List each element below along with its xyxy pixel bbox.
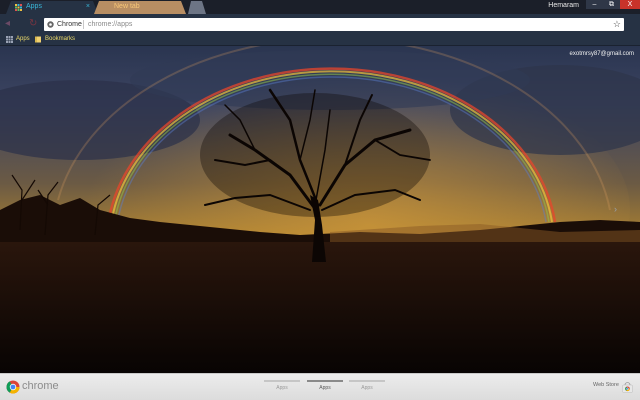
toolbar: ◂ ↻ Chrome chrome://apps ☆ bbox=[0, 14, 640, 34]
tab-label: Apps bbox=[26, 3, 42, 10]
apps-grid-icon bbox=[15, 4, 22, 11]
page-tab-label: Apps bbox=[276, 385, 288, 391]
bookmark-apps[interactable]: Apps bbox=[6, 35, 30, 44]
web-store-link[interactable]: Web Store bbox=[593, 382, 619, 388]
close-tab-icon[interactable]: × bbox=[86, 1, 90, 13]
close-window-icon[interactable]: X bbox=[620, 0, 640, 9]
page-tab-label: Apps bbox=[361, 385, 373, 391]
minimize-icon[interactable]: – bbox=[586, 0, 603, 9]
next-page-arrow-icon[interactable]: › bbox=[614, 204, 617, 214]
folder-icon bbox=[35, 36, 41, 43]
apps-page-tab[interactable]: Apps bbox=[349, 380, 385, 396]
page-tab-indicator bbox=[264, 380, 300, 382]
chrome-page-icon bbox=[47, 21, 54, 28]
apps-grid-icon bbox=[6, 36, 13, 43]
new-tab-button[interactable] bbox=[188, 1, 206, 14]
account-email[interactable]: exotmrsy87@gmail.com bbox=[570, 51, 634, 57]
tab-label: New tab bbox=[114, 3, 140, 10]
tab-apps[interactable]: Apps × bbox=[6, 1, 98, 14]
wallpaper-rainbow-tree bbox=[0, 0, 640, 400]
apps-bottom-bar: chrome Apps Apps Apps Web Store bbox=[0, 373, 640, 400]
profile-name[interactable]: Hemaram bbox=[545, 1, 582, 11]
page-tab-indicator bbox=[349, 380, 385, 382]
bookmark-label: Bookmarks bbox=[45, 36, 76, 42]
maximize-icon[interactable]: ⧉ bbox=[603, 0, 620, 9]
tab-strip: Apps × New tab Hemaram – ⧉ X bbox=[0, 0, 640, 14]
web-store-icon[interactable] bbox=[622, 382, 633, 393]
chrome-logo-icon bbox=[6, 380, 20, 394]
address-bar[interactable]: Chrome chrome://apps ☆ bbox=[44, 18, 624, 31]
bookmark-label: Apps bbox=[16, 36, 30, 42]
bookmarks-bar: Apps Bookmarks bbox=[0, 34, 640, 46]
page-tab-indicator bbox=[307, 380, 343, 382]
apps-page-tab-active[interactable]: Apps bbox=[307, 380, 343, 396]
apps-page-tab[interactable]: Apps bbox=[264, 380, 300, 396]
page-tab-label: Apps bbox=[319, 385, 331, 391]
bookmark-star-icon[interactable]: ☆ bbox=[613, 18, 621, 31]
reload-icon[interactable]: ↻ bbox=[29, 18, 37, 30]
bookmark-folder[interactable]: Bookmarks bbox=[35, 35, 75, 44]
site-chip: Chrome bbox=[57, 21, 82, 28]
url-text[interactable]: chrome://apps bbox=[88, 18, 132, 31]
chrome-wordmark: chrome bbox=[22, 380, 59, 392]
back-arrow-icon[interactable]: ◂ bbox=[5, 18, 10, 30]
tab-new-tab[interactable]: New tab bbox=[94, 1, 186, 14]
divider bbox=[83, 20, 84, 29]
